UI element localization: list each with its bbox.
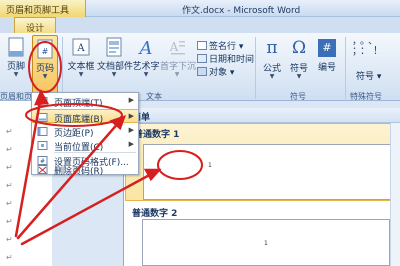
paragraph-mark: ↵ (6, 127, 13, 136)
chevron-down-icon: ▼ (13, 71, 19, 78)
textbox-icon: A (72, 38, 90, 56)
paragraph-mark: ↵ (6, 145, 13, 154)
svg-text:A: A (138, 38, 153, 57)
chevron-down-icon: ▼ (174, 71, 180, 78)
symbol2-dropdown[interactable]: 符号 ▾ (356, 69, 381, 82)
gallery-item-title: 普通数字 1 (134, 130, 180, 140)
object-icon (197, 67, 207, 76)
chevron-down-icon: ▼ (42, 73, 48, 80)
signature-line-item[interactable]: 签名行 ▾ (197, 39, 243, 52)
menu-item-label: 删除页码(R) (54, 167, 104, 177)
textbox-button[interactable]: A 文本框 ▼ (66, 37, 96, 78)
svg-text:A: A (169, 40, 179, 54)
paragraph-mark: ↵ (6, 235, 13, 244)
group-separator (62, 37, 63, 99)
docparts-button[interactable]: 文档部件 ▼ (97, 37, 133, 78)
numbering-button[interactable]: # 编号 (314, 37, 340, 73)
page-number-menu: 页面顶端(T) ▶ 页面底端(B) ▶ 页边距(P) ▶ 当前位置(C) ▶ #… (31, 92, 139, 177)
submenu-arrow-icon: ▶ (128, 126, 134, 134)
docparts-icon (106, 37, 122, 57)
paragraph-mark: ↵ (6, 199, 13, 208)
chevron-down-icon: ▼ (111, 71, 117, 78)
datetime-item[interactable]: 日期和时间 (197, 52, 255, 65)
chevron-down-icon: ▼ (143, 71, 149, 78)
group-separator (255, 37, 256, 99)
numbering-label: 编号 (317, 63, 336, 73)
menu-item-page-margins[interactable]: 页边距(P) ▶ (32, 124, 138, 139)
menu-item-current-position[interactable]: 当前位置(C) ▶ (32, 138, 138, 153)
paragraph-mark: ↵ (6, 253, 13, 262)
symbol2-label: 符号 (356, 72, 375, 82)
chevron-down-icon: ▼ (296, 73, 302, 80)
calendar-icon (197, 54, 207, 63)
menu-item-bottom-of-page[interactable]: 页面底端(B) ▶ (32, 109, 138, 125)
ribbon-tab-row: 设计 (0, 17, 400, 34)
gallery-item-plain-number-2[interactable]: 1 (142, 219, 390, 266)
gallery-item-plain-number-1[interactable]: 普通数字 1 1 (125, 123, 399, 201)
page-margins-icon (37, 127, 48, 136)
page-bottom-icon (37, 113, 48, 122)
gallery-scrollbar[interactable] (390, 123, 400, 266)
paragraph-mark: ↵ (6, 163, 13, 172)
wordart-icon: A (138, 38, 153, 57)
title-bar: 页眉和页脚工具 作文.docx - Microsoft Word (0, 0, 400, 17)
menu-item-top-of-page[interactable]: 页面顶端(T) ▶ (32, 94, 138, 109)
submenu-arrow-icon: ▶ (128, 112, 134, 120)
numbering-icon: # (318, 39, 336, 57)
window-title: 作文.docx - Microsoft Word (182, 6, 301, 16)
group-special-symbols-label: 特殊符号 (350, 92, 382, 101)
submenu-arrow-icon: ▶ (128, 96, 134, 104)
context-tool-label: 页眉和页脚工具 (0, 0, 86, 17)
datetime-label: 日期和时间 (209, 55, 255, 65)
svg-text:A: A (76, 43, 85, 54)
dropcap-icon: A (169, 40, 185, 55)
dropcap-button[interactable]: A 首字下沉 ▼ (160, 37, 196, 78)
menu-item-remove-page-numbers[interactable]: 删除页码(R) (32, 163, 138, 177)
paragraph-mark: ↵ (6, 217, 13, 226)
footer-icon (8, 37, 24, 57)
pi-icon: π (266, 38, 278, 58)
signature-line-icon (197, 41, 207, 50)
ribbon: 页脚 ▼ # 页码 ▼ 页眉和页脚 A 文本框 ▼ 文档部件 ▼ A 艺术字 ▼… (0, 33, 400, 101)
group-symbols-label: 符号 (290, 92, 306, 101)
group-text-label: 文本 (146, 92, 162, 101)
remove-page-number-icon (37, 165, 48, 174)
object-item[interactable]: 对象 ▾ (197, 65, 234, 78)
page-top-icon (37, 97, 48, 106)
tab-design[interactable]: 设计 (14, 17, 56, 34)
paragraph-mark: ↵ (6, 181, 13, 190)
gallery-section-header: 简单 (124, 108, 400, 123)
menu-item-label: 页面顶端(T) (54, 99, 103, 109)
signature-line-label: 签名行 (209, 42, 237, 52)
page-bottom-gallery: 简单 普通数字 1 1 普通数字 2 1 (123, 108, 400, 266)
page-number-icon: # (37, 39, 53, 59)
formula-button[interactable]: π 公式 ▼ (259, 37, 285, 80)
special-symbols-grid[interactable]: ，。、；：！ (352, 37, 396, 67)
current-position-icon (37, 141, 48, 150)
page-number-sample: 1 (208, 162, 212, 169)
omega-icon: Ω (291, 38, 307, 58)
submenu-arrow-icon: ▶ (128, 140, 134, 148)
chevron-down-icon: ▼ (78, 71, 84, 78)
chevron-down-icon: ▼ (269, 73, 275, 80)
page-number-button[interactable]: # 页码 ▼ (32, 35, 58, 99)
page-preview: 1 (143, 144, 391, 200)
object-label: 对象 (209, 68, 228, 78)
gallery-item-title: 普通数字 2 (132, 209, 178, 219)
symbol-button[interactable]: Ω 符号 ▼ (286, 37, 312, 80)
svg-text:#: # (42, 47, 49, 56)
page-number-sample: 1 (264, 240, 268, 247)
wordart-button[interactable]: A 艺术字 ▼ (131, 37, 161, 78)
footer-button[interactable]: 页脚 ▼ (2, 37, 30, 78)
group-separator (345, 37, 346, 99)
